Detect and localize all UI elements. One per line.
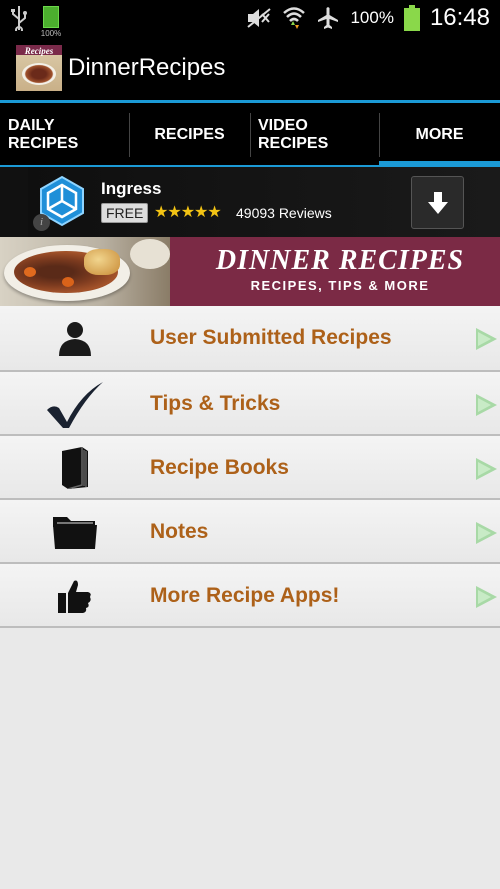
user-icon <box>44 316 106 360</box>
chevron-right-icon <box>476 458 497 480</box>
chevron-right-icon <box>476 522 497 544</box>
hero-food-photo <box>0 237 170 306</box>
thumbs-up-icon <box>44 574 106 618</box>
hero-banner: DINNER RECIPES RECIPES, TIPS & MORE <box>0 237 500 306</box>
menu-item-notes[interactable]: Notes <box>0 500 500 564</box>
app-title: DinnerRecipes <box>68 54 226 81</box>
book-icon <box>44 446 106 490</box>
ad-review-count: 49093 Reviews <box>236 205 332 221</box>
menu-item-recipe-books[interactable]: Recipe Books <box>0 436 500 500</box>
battery-percent: 100% <box>350 8 394 27</box>
menu-item-tips-tricks[interactable]: Tips & Tricks <box>0 372 500 436</box>
action-bar: Recipes DinnerRecipes <box>0 36 500 100</box>
folder-icon <box>44 510 106 554</box>
hero-title: DINNER RECIPES <box>215 245 465 276</box>
download-arrow-icon <box>427 191 448 214</box>
tab-label: VIDEO RECIPES <box>258 117 329 152</box>
download-button[interactable] <box>411 176 464 229</box>
status-bar: 100% 100% 16:48 <box>0 0 500 38</box>
chevron-right-icon <box>476 586 497 608</box>
tab-label: RECIPES <box>154 126 225 143</box>
tab-video-recipes[interactable]: VIDEO RECIPES <box>250 103 379 167</box>
ad-info-icon[interactable]: i <box>33 214 50 231</box>
menu-item-label: More Recipe Apps! <box>150 584 340 607</box>
airplane-icon <box>318 7 339 29</box>
ad-price-badge: FREE <box>101 203 149 223</box>
hero-subtitle: RECIPES, TIPS & MORE <box>250 278 430 293</box>
tab-label: MORE <box>415 126 464 143</box>
tab-recipes[interactable]: RECIPES <box>129 103 250 167</box>
chevron-right-icon <box>476 328 497 350</box>
clock: 16:48 <box>429 4 490 31</box>
tab-daily-recipes[interactable]: DAILY RECIPES <box>0 103 129 167</box>
tab-bar: DAILY RECIPES RECIPES VIDEO RECIPES MORE <box>0 103 500 167</box>
wifi-icon <box>283 7 306 29</box>
menu-item-label: Tips & Tricks <box>150 392 281 415</box>
ad-app-name: Ingress <box>101 179 162 198</box>
tab-label: DAILY RECIPES <box>8 117 79 152</box>
menu-item-label: User Submitted Recipes <box>150 326 392 349</box>
ad-rating-stars: ★★★★★ <box>154 204 222 221</box>
menu-item-more-recipe-apps[interactable]: More Recipe Apps! <box>0 564 500 628</box>
checkmark-icon <box>44 382 106 428</box>
app-logo-text: Recipes <box>24 46 54 56</box>
app-logo[interactable]: Recipes <box>16 45 62 91</box>
battery-icon <box>403 5 420 31</box>
usb-icon <box>11 6 27 31</box>
mute-icon <box>247 8 272 28</box>
battery-small-icon: 100% <box>40 4 62 38</box>
chevron-right-icon <box>476 394 497 416</box>
menu-item-label: Recipe Books <box>150 456 289 479</box>
tab-more[interactable]: MORE <box>379 103 500 167</box>
menu-item-user-submitted-recipes[interactable]: User Submitted Recipes <box>0 306 500 372</box>
more-menu-list: User Submitted Recipes Tips & Tricks Rec… <box>0 306 500 628</box>
menu-item-label: Notes <box>150 520 209 543</box>
